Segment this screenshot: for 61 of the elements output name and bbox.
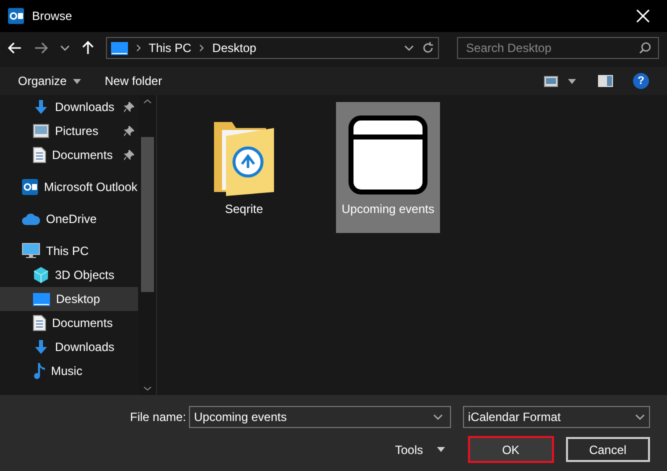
nav-item[interactable]: Documents — [52, 146, 118, 164]
file-name-label: File name: — [130, 409, 188, 426]
outlook-icon — [22, 179, 38, 195]
desktop-icon — [110, 42, 128, 54]
search-icon — [639, 42, 652, 54]
desktop-icon — [33, 292, 50, 306]
down-arrow-icon — [33, 339, 49, 355]
nav-item[interactable]: Music — [0, 359, 138, 383]
caret-icon — [437, 447, 446, 452]
scroll-thumb[interactable] — [141, 137, 154, 292]
dropdown-icon — [404, 45, 414, 51]
ok-button[interactable]: OK — [468, 436, 554, 463]
search-field[interactable]: Search Desktop — [457, 37, 660, 59]
down-arrow-icon — [33, 99, 49, 115]
new-folder-button[interactable]: New folder — [104, 72, 162, 90]
document-icon — [33, 315, 46, 331]
nav-item[interactable]: Pictures — [55, 122, 118, 140]
view-icon[interactable] — [544, 76, 558, 86]
chevron-right-icon — [136, 44, 141, 52]
forward-arrow-icon[interactable] — [34, 42, 48, 54]
document-icon — [33, 147, 46, 163]
cloud-icon — [22, 213, 40, 225]
outlook-icon — [8, 8, 24, 24]
nav-item[interactable]: Desktop — [0, 287, 138, 311]
picture-icon — [33, 124, 49, 138]
caret-icon[interactable] — [568, 78, 576, 84]
chevron-right-icon — [199, 44, 204, 52]
window-title: Browse — [32, 8, 72, 25]
breadcrumb[interactable]: Desktop — [212, 39, 256, 57]
nav-item[interactable]: Microsoft Outlook — [0, 175, 138, 199]
breadcrumb[interactable]: This PC — [148, 39, 192, 57]
nav-item[interactable]: 3D Objects — [0, 263, 138, 287]
file-item[interactable]: Upcoming events — [336, 102, 440, 233]
preview-pane-icon[interactable] — [598, 75, 613, 87]
file-item[interactable]: Seqrite — [192, 102, 296, 233]
file-type-dropdown[interactable]: iCalendar Format — [463, 406, 650, 428]
nav-item[interactable]: OneDrive — [0, 207, 138, 231]
cube-icon — [33, 267, 49, 283]
scroll-up-icon[interactable] — [143, 99, 152, 104]
up-arrow-icon[interactable] — [82, 41, 94, 55]
address-bar[interactable]: This PC Desktop — [106, 37, 440, 59]
cancel-button[interactable]: Cancel — [566, 437, 650, 462]
nav-item[interactable]: Documents — [0, 311, 138, 335]
nav-item[interactable]: Downloads — [0, 335, 138, 359]
computer-icon — [22, 243, 40, 259]
organize-button[interactable]: Organize — [18, 72, 81, 90]
back-arrow-icon[interactable] — [8, 42, 22, 54]
nav-item[interactable]: Downloads — [55, 98, 118, 116]
file-name-field[interactable]: Upcoming events — [189, 406, 451, 428]
dropdown-icon — [60, 45, 70, 51]
music-note-icon — [33, 363, 45, 379]
dropdown-icon — [433, 414, 443, 420]
help-button[interactable]: ? — [633, 73, 649, 89]
nav-item[interactable]: This PC — [0, 239, 138, 263]
tools-button[interactable]: Tools — [395, 440, 446, 458]
dropdown-icon — [635, 414, 645, 420]
window-icon — [348, 115, 428, 195]
refresh-icon[interactable] — [422, 42, 434, 54]
caret-icon — [72, 78, 81, 84]
close-icon — [636, 9, 650, 23]
scroll-down-icon[interactable] — [143, 386, 152, 391]
